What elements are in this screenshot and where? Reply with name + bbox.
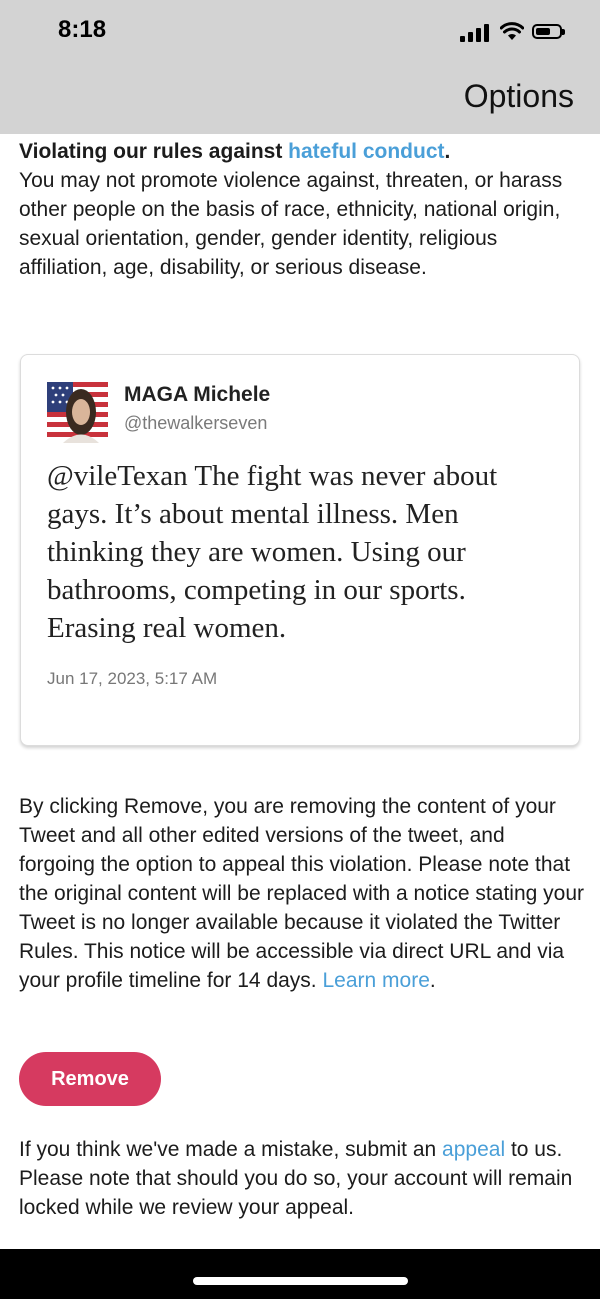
violation-title: Violating our rules against hateful cond… (19, 134, 584, 166)
tweet-handle: @thewalkerseven (124, 413, 268, 433)
remove-notice-suffix: . (429, 969, 436, 992)
hateful-conduct-link[interactable]: hateful conduct (288, 140, 444, 163)
remove-notice-body: By clicking Remove, you are removing the… (19, 795, 584, 992)
status-bar: 8:18 (0, 0, 600, 66)
cellular-signal-icon (460, 24, 492, 42)
appeal-notice-prefix: If you think we've made a mistake, submi… (19, 1138, 443, 1161)
wifi-icon (500, 22, 524, 40)
home-bar-area (0, 1249, 600, 1299)
avatar (47, 382, 108, 443)
tweet-card: MAGA Michele @thewalkerseven @vileTexan … (20, 354, 580, 746)
home-indicator[interactable] (193, 1277, 408, 1285)
status-time: 8:18 (58, 16, 107, 43)
violation-title-prefix: Violating our rules against (19, 140, 289, 163)
header-bar: Options (0, 66, 600, 134)
tweet-display-name: MAGA Michele (124, 383, 271, 406)
violation-description: You may not promote violence against, th… (19, 169, 563, 279)
battery-icon (532, 24, 565, 39)
appeal-link[interactable]: appeal (442, 1138, 505, 1161)
remove-notice-text: By clicking Remove, you are removing the… (19, 792, 584, 995)
appeal-notice: If you think we've made a mistake, submi… (19, 1135, 584, 1222)
violation-title-suffix: . (444, 140, 451, 163)
learn-more-link[interactable]: Learn more (322, 969, 429, 992)
violation-section: Violating our rules against hateful cond… (19, 134, 584, 282)
tweet-text: @vileTexan The fight was never about gay… (47, 460, 498, 644)
appeal-notice-text: If you think we've made a mistake, submi… (19, 1135, 584, 1222)
remove-button[interactable]: Remove (19, 1052, 161, 1106)
status-icons (460, 22, 570, 44)
page-title: Options (463, 78, 574, 114)
tweet-timestamp: Jun 17, 2023, 5:17 AM (47, 669, 218, 688)
remove-notice: By clicking Remove, you are removing the… (19, 792, 584, 995)
